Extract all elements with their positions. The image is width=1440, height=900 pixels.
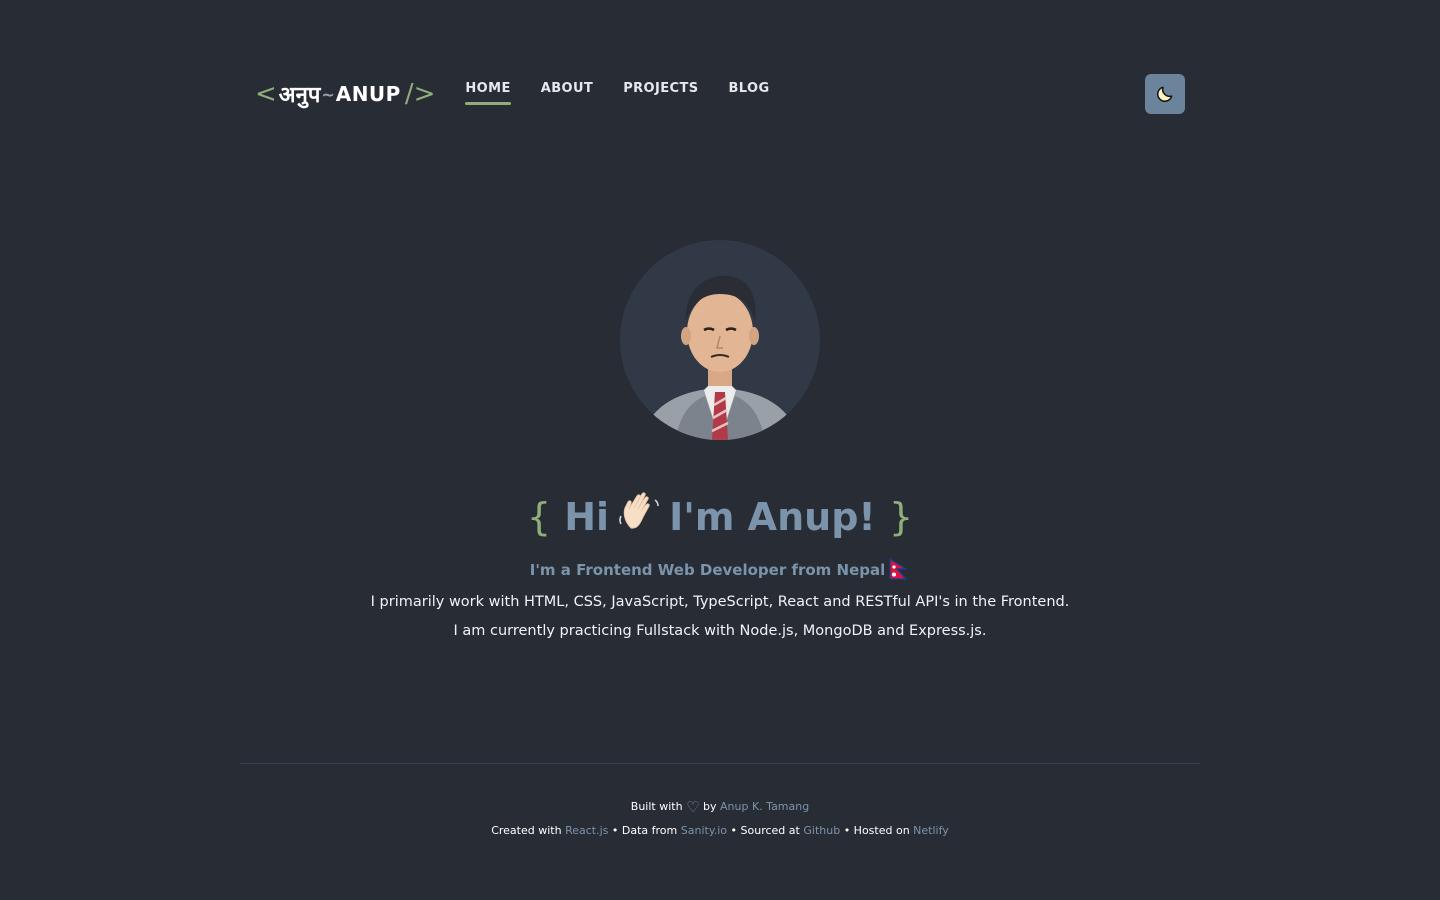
nav-item-home[interactable]: HOME xyxy=(465,81,512,105)
footer-hosted-on: • Hosted on xyxy=(843,824,910,837)
footer-github-link[interactable]: Github xyxy=(803,824,840,837)
logo-close-bracket: /> xyxy=(404,79,436,109)
footer-divider xyxy=(240,763,1200,764)
hero-title: { Hi I'm Anup! } xyxy=(0,488,1440,549)
footer-credit-line: Built with ♡ by Anup K. Tamang xyxy=(0,798,1440,816)
footer-by: by xyxy=(703,800,717,813)
hero-description-2: I am currently practicing Fullstack with… xyxy=(453,623,987,639)
site-logo[interactable]: < अनुप ~ ANUP /> xyxy=(255,74,435,114)
footer-sourced-at: • Sourced at xyxy=(730,824,800,837)
title-close-brace: } xyxy=(888,495,914,539)
footer-tech-line: Created with React.js • Data from Sanity… xyxy=(0,824,1440,837)
title-open-brace: { xyxy=(526,495,552,539)
nav-item-blog[interactable]: BLOG xyxy=(728,81,769,99)
nav-item-projects[interactable]: PROJECTS xyxy=(623,81,698,99)
nepal-flag-icon xyxy=(886,557,910,588)
hero-description-1: I primarily work with HTML, CSS, JavaScr… xyxy=(370,594,1070,610)
theme-toggle-button[interactable] xyxy=(1145,74,1185,114)
subtitle-text: I'm a Frontend Web Developer from Nepal xyxy=(529,561,886,579)
footer-data-from: • Data from xyxy=(611,824,678,837)
moon-icon xyxy=(1157,86,1173,102)
site-header: < अनुप ~ ANUP /> HOME ABOUT PROJECTS BLO… xyxy=(255,74,1185,114)
footer-sanity-link[interactable]: Sanity.io xyxy=(681,824,727,837)
logo-open-bracket: < xyxy=(255,79,277,109)
waving-hand-icon xyxy=(615,488,663,549)
logo-devanagari-text: अनुप xyxy=(278,83,321,108)
logo-tilde: ~ xyxy=(321,84,335,104)
title-hi: Hi xyxy=(564,495,610,539)
nav-item-about[interactable]: ABOUT xyxy=(541,81,593,99)
main-nav: HOME ABOUT PROJECTS BLOG xyxy=(465,74,799,114)
footer-author-link[interactable]: Anup K. Tamang xyxy=(720,800,809,813)
footer-created-with: Created with xyxy=(491,824,562,837)
heart-icon: ♡ xyxy=(686,798,700,816)
logo-latin-text: ANUP xyxy=(335,82,401,106)
hero-subtitle: I'm a Frontend Web Developer from Nepal xyxy=(0,557,1440,588)
page: < अनुप ~ ANUP /> HOME ABOUT PROJECTS BLO… xyxy=(0,0,1440,900)
footer-built-with: Built with xyxy=(630,800,683,813)
footer-netlify-link[interactable]: Netlify xyxy=(913,824,949,837)
title-name: I'm Anup! xyxy=(669,495,876,539)
profile-avatar xyxy=(620,240,820,440)
profile-photo xyxy=(640,275,800,440)
footer-reactjs-link[interactable]: React.js xyxy=(565,824,608,837)
